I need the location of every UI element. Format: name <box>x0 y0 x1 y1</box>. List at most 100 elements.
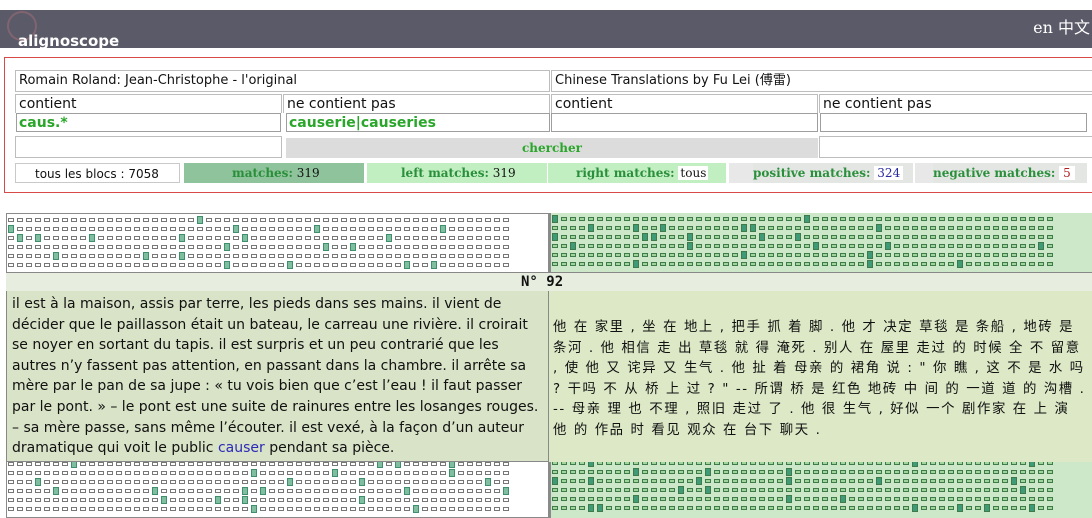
block-cell[interactable] <box>224 243 230 251</box>
block-cell[interactable] <box>849 253 855 257</box>
block-cell[interactable] <box>431 218 437 222</box>
block-cell[interactable] <box>8 218 14 222</box>
block-cell[interactable] <box>431 245 437 249</box>
block-cell[interactable] <box>822 497 828 501</box>
block-cell[interactable] <box>984 262 990 266</box>
block-cell[interactable] <box>786 217 792 221</box>
block-cell[interactable] <box>413 263 419 267</box>
block-cell[interactable] <box>552 477 558 485</box>
block-cell[interactable] <box>840 244 846 248</box>
block-cell[interactable] <box>314 218 320 222</box>
block-cell[interactable] <box>768 506 774 510</box>
block-cell[interactable] <box>413 462 419 466</box>
block-cell[interactable] <box>188 471 194 475</box>
block-cell[interactable] <box>588 244 594 248</box>
block-cell[interactable] <box>17 254 23 258</box>
block-cell[interactable] <box>804 215 810 223</box>
block-cell[interactable] <box>1029 497 1035 501</box>
block-cell[interactable] <box>579 217 585 221</box>
block-cell[interactable] <box>287 471 293 475</box>
block-cell[interactable] <box>561 217 567 221</box>
block-cell[interactable] <box>134 227 140 231</box>
block-cell[interactable] <box>188 245 194 249</box>
block-cell[interactable] <box>242 487 248 495</box>
block-cell[interactable] <box>332 480 338 484</box>
block-cell[interactable] <box>669 488 675 492</box>
block-cell[interactable] <box>714 506 720 510</box>
block-cell[interactable] <box>161 480 167 484</box>
block-cell[interactable] <box>395 236 401 240</box>
block-cell[interactable] <box>170 480 176 484</box>
block-cell[interactable] <box>116 218 122 222</box>
block-cell[interactable] <box>440 218 446 222</box>
block-cell[interactable] <box>80 480 86 484</box>
block-cell[interactable] <box>876 488 882 492</box>
block-cell[interactable] <box>458 245 464 249</box>
block-cell[interactable] <box>17 218 23 222</box>
block-cell[interactable] <box>795 497 801 501</box>
block-cell[interactable] <box>813 253 819 257</box>
block-cell[interactable] <box>660 497 666 501</box>
block-cell[interactable] <box>732 497 738 501</box>
block-cell[interactable] <box>975 488 981 492</box>
block-cell[interactable] <box>840 506 846 510</box>
block-cell[interactable] <box>993 488 999 492</box>
block-cell[interactable] <box>741 217 747 221</box>
block-cell[interactable] <box>26 480 32 484</box>
block-cell[interactable] <box>1047 262 1053 266</box>
block-cell[interactable] <box>125 498 131 502</box>
block-cell[interactable] <box>395 471 401 475</box>
block-cell[interactable] <box>359 245 365 249</box>
block-cell[interactable] <box>404 471 410 475</box>
block-cell[interactable] <box>696 244 702 248</box>
block-cell[interactable] <box>1020 244 1026 248</box>
block-cell[interactable] <box>314 462 320 466</box>
block-cell[interactable] <box>116 227 122 231</box>
block-cell[interactable] <box>984 226 990 230</box>
block-cell[interactable] <box>552 226 558 230</box>
block-cell[interactable] <box>903 235 909 239</box>
block-cell[interactable] <box>170 462 176 466</box>
block-cell[interactable] <box>876 224 882 232</box>
block-cell[interactable] <box>849 244 855 248</box>
block-cell[interactable] <box>1011 235 1017 239</box>
block-cell[interactable] <box>224 462 230 466</box>
block-cell[interactable] <box>89 263 95 267</box>
block-cell[interactable] <box>89 227 95 231</box>
block-cell[interactable] <box>98 480 104 484</box>
block-cell[interactable] <box>552 253 558 257</box>
block-cell[interactable] <box>1047 253 1053 257</box>
block-cell[interactable] <box>44 480 50 484</box>
block-cell[interactable] <box>939 506 945 510</box>
block-cell[interactable] <box>912 253 918 257</box>
block-cell[interactable] <box>849 479 855 483</box>
block-cell[interactable] <box>440 462 446 466</box>
block-cell[interactable] <box>732 253 738 257</box>
block-cell[interactable] <box>98 245 104 249</box>
block-cell[interactable] <box>305 507 311 511</box>
block-cell[interactable] <box>858 262 864 266</box>
block-cell[interactable] <box>125 462 131 466</box>
block-cell[interactable] <box>1020 253 1026 257</box>
block-cell[interactable] <box>377 471 383 475</box>
block-cell[interactable] <box>413 254 419 258</box>
block-cell[interactable] <box>1038 488 1044 492</box>
block-cell[interactable] <box>975 226 981 230</box>
block-cell[interactable] <box>858 226 864 230</box>
block-cell[interactable] <box>323 218 329 222</box>
block-cell[interactable] <box>1047 244 1053 248</box>
block-cell[interactable] <box>395 498 401 502</box>
block-cell[interactable] <box>134 480 140 484</box>
block-cell[interactable] <box>242 471 248 475</box>
block-cell[interactable] <box>624 488 630 492</box>
block-cell[interactable] <box>143 252 149 260</box>
block-cell[interactable] <box>984 217 990 221</box>
block-cell[interactable] <box>233 489 239 493</box>
block-cell[interactable] <box>822 253 828 257</box>
block-cell[interactable] <box>341 489 347 493</box>
block-cell[interactable] <box>570 262 576 266</box>
block-cell[interactable] <box>867 251 873 259</box>
block-cell[interactable] <box>633 253 639 257</box>
block-cell[interactable] <box>660 217 666 221</box>
block-cell[interactable] <box>440 225 446 233</box>
